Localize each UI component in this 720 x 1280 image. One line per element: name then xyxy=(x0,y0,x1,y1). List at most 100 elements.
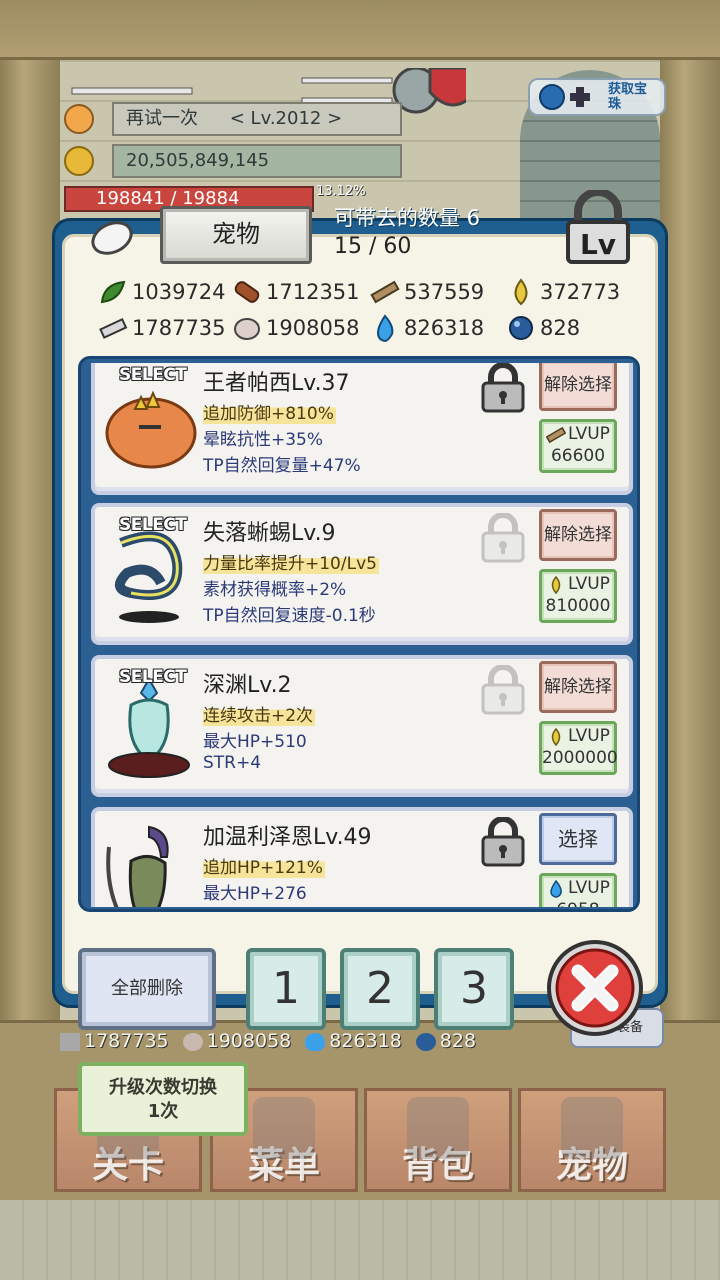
select-tag: SELECT xyxy=(119,365,187,385)
deselect-label: 解除选择 xyxy=(544,525,612,545)
blue-orb-icon xyxy=(509,316,533,340)
clear-all-button[interactable]: 全部删除 xyxy=(78,948,216,1030)
pet-bonus: 晕眩抗性+35% xyxy=(203,430,324,450)
lvup-label: LVUP xyxy=(568,726,610,746)
deselect-label: 解除选择 xyxy=(544,677,612,697)
unlock-icon[interactable] xyxy=(479,665,527,715)
oil-drop-icon xyxy=(551,576,561,594)
deselect-label: 解除选择 xyxy=(544,375,612,395)
plank-icon xyxy=(370,280,400,304)
lvup-button[interactable]: LVUP 66600 xyxy=(539,419,617,473)
upgrade-toggle-value: 1次 xyxy=(147,1101,179,1122)
lvup-label: LVUP xyxy=(568,878,610,898)
lvup-label: LVUP xyxy=(568,574,610,594)
background-floor xyxy=(0,1200,720,1280)
deselect-button[interactable]: 解除选择 xyxy=(539,509,617,561)
deselect-button[interactable]: 解除选择 xyxy=(539,661,617,713)
slot-label: 2 xyxy=(366,963,394,1014)
oil-drop-icon xyxy=(514,278,528,306)
select-label: 选择 xyxy=(558,827,598,851)
pet-reaper-icon xyxy=(106,825,169,907)
pet-bonus: 追加防御+810% xyxy=(203,399,336,424)
stone-icon xyxy=(234,318,260,340)
resource-item: 372773 xyxy=(506,278,620,306)
gold-amount: 20,505,849,145 xyxy=(126,150,270,171)
carry-count: 15 / 60 xyxy=(334,234,412,259)
pet-card[interactable]: 加温利泽恩Lv.49 追加HP+121% 最大HP+276 选择 LVUP 69… xyxy=(91,807,633,907)
pet-name: 加温利泽恩Lv.49 xyxy=(203,825,372,850)
pet-card[interactable]: SELECT 失落蜥蜴Lv.9 力量比率提升+10/Lv5 素材获得概率+2% … xyxy=(91,503,633,645)
skull-icon xyxy=(561,1097,623,1159)
pet-bonus: 追加HP+121% xyxy=(203,853,325,878)
lvup-cost: 810000 xyxy=(545,596,611,616)
bone-icon xyxy=(91,221,133,255)
lvup-cost: 2000000 xyxy=(542,748,618,768)
pet-card[interactable]: SELECT 王者帕西Lv.37 追加防御+810% 晕眩抗性+35% TP自然… xyxy=(91,363,633,495)
select-tag: SELECT xyxy=(119,667,187,687)
exp-percent: 13.12% xyxy=(316,184,366,199)
gem-icon xyxy=(539,84,590,110)
book-icon xyxy=(253,1097,315,1159)
iron-ingot-icon xyxy=(99,317,128,339)
lock-icon[interactable] xyxy=(479,817,527,867)
pet-card[interactable]: SELECT 深渊Lv.2 连续攻击+2次 最大HP+510 STR+4 解除选… xyxy=(91,655,633,797)
unlock-icon[interactable] xyxy=(479,513,527,563)
backpack-icon xyxy=(407,1097,469,1159)
lvup-button[interactable]: LVUP 2000000 xyxy=(539,721,618,775)
close-button[interactable] xyxy=(544,938,646,1038)
level-sort-icon[interactable]: Lv xyxy=(564,190,632,266)
gold-coin-icon xyxy=(64,146,94,176)
gold-field: 20,505,849,145 xyxy=(112,144,402,178)
background-res-flame: 826318 xyxy=(305,1030,402,1052)
pet-bonus: TP自然回复量+47% xyxy=(203,456,361,476)
resource-item: 826318 xyxy=(370,314,484,342)
retry-label: 再试一次 xyxy=(126,108,198,129)
level-label: < Lv.2012 > xyxy=(229,108,343,129)
preset-slot-2-button[interactable]: 2 xyxy=(340,948,420,1030)
dialog-title: 宠物 xyxy=(160,206,312,264)
dialog-title-label: 宠物 xyxy=(212,220,260,248)
upgrade-toggle-label: 升级次数切换 xyxy=(109,1077,217,1098)
svg-text:Lv: Lv xyxy=(580,228,616,261)
resource-item: 1787735 xyxy=(98,314,226,342)
lvup-cost: 66600 xyxy=(550,446,606,466)
select-button[interactable]: 选择 xyxy=(539,813,617,865)
plank-icon xyxy=(546,426,566,444)
slot-label: 3 xyxy=(460,963,488,1014)
lvup-button[interactable]: LVUP 6958 xyxy=(539,873,617,907)
background-top-beam xyxy=(0,0,720,60)
lvup-cost: 6958 xyxy=(542,900,614,907)
carry-limit-label: 可带去的数量 6 xyxy=(334,206,481,230)
resource-item: 537559 xyxy=(370,278,484,306)
tab-bag[interactable]: 背包 xyxy=(364,1088,512,1192)
pet-bonus: TP自然回复速度-0.1秒 xyxy=(203,606,376,626)
wood-log-icon xyxy=(234,281,260,303)
lvup-label: LVUP xyxy=(568,424,610,444)
preset-slot-3-button[interactable]: 3 xyxy=(434,948,514,1030)
preset-slot-1-button[interactable]: 1 xyxy=(246,948,326,1030)
pet-name: 王者帕西Lv.37 xyxy=(203,371,350,396)
pet-list[interactable]: SELECT 王者帕西Lv.37 追加防御+810% 晕眩抗性+35% TP自然… xyxy=(78,356,640,912)
background-resource-row: 1787735 1908058 826318 828 xyxy=(60,1030,476,1052)
get-gems-button[interactable]: 获取宝珠 xyxy=(528,78,666,116)
resource-item: 1039724 xyxy=(98,278,226,306)
clear-all-label: 全部删除 xyxy=(111,978,183,999)
pet-name: 深渊Lv.2 xyxy=(203,673,292,698)
resource-item: 1712351 xyxy=(232,278,360,306)
pet-bonus: 素材获得概率+2% xyxy=(203,580,347,600)
tab-pet[interactable]: 宠物 xyxy=(518,1088,666,1192)
pet-bonus: 力量比率提升+10/Lv5 xyxy=(203,549,379,574)
background-res-iron: 1787735 xyxy=(60,1030,169,1052)
retry-button[interactable]: 再试一次 < Lv.2012 > xyxy=(112,102,402,136)
deselect-button[interactable]: 解除选择 xyxy=(539,363,617,411)
select-tag: SELECT xyxy=(119,515,187,535)
oil-drop-icon xyxy=(551,728,561,746)
upgrade-count-toggle[interactable]: 升级次数切换 1次 xyxy=(78,1062,248,1136)
pet-name: 失落蜥蜴Lv.9 xyxy=(203,521,336,546)
lock-icon[interactable] xyxy=(479,363,527,413)
background-res-stone: 1908058 xyxy=(182,1030,291,1052)
lvup-button[interactable]: LVUP 810000 xyxy=(539,569,617,623)
pet-bonus: 最大HP+276 xyxy=(203,884,307,904)
resource-item: 828 xyxy=(506,314,580,342)
avatar xyxy=(64,104,94,134)
